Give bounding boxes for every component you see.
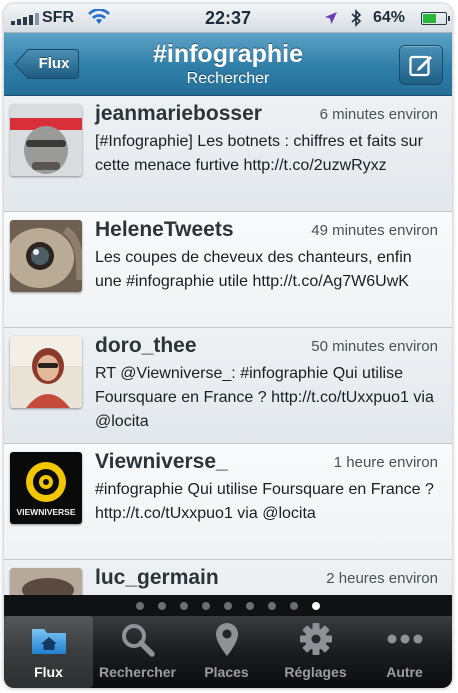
list-item[interactable]: luc_germain 2 heures environ (4, 560, 452, 596)
home-folder-icon (32, 629, 66, 654)
tweet-time: 6 minutes environ (319, 106, 438, 123)
tab-bar: Flux Rechercher Places Réglages Autre (4, 616, 452, 688)
page-dot[interactable] (290, 601, 298, 610)
tweet-list: jeanmariebosser 6 minutes environ [#Info… (4, 96, 452, 596)
tab-label: Autre (386, 664, 423, 680)
list-item[interactable]: jeanmariebosser 6 minutes environ [#Info… (4, 96, 452, 212)
tweet-author[interactable]: luc_germain (95, 566, 219, 590)
battery-percent: 64% (373, 9, 406, 26)
tab-autre[interactable]: Autre (360, 616, 449, 688)
page-indicator[interactable] (4, 595, 452, 616)
tab-places[interactable]: Places (182, 616, 271, 688)
tweet-time: 2 heures environ (326, 570, 438, 587)
tweet-text: Les coupes de cheveux des chanteurs, enf… (95, 249, 412, 290)
avatar: VIEWNIVERSE (10, 452, 82, 524)
bluetooth-icon (351, 9, 362, 27)
page-dot[interactable] (180, 601, 188, 610)
navigation-bar: Flux #infographie Rechercher (4, 33, 452, 96)
tab-label: Réglages (284, 664, 347, 680)
avatar-logo-text: VIEWNIVERSE (16, 507, 75, 517)
tweet-author[interactable]: Viewniverse_ (95, 450, 228, 474)
page-dot[interactable] (224, 601, 232, 610)
tab-flux[interactable]: Flux (4, 616, 93, 688)
tweet-text: [#Infographie] Les botnets : chiffres et… (95, 133, 423, 174)
tab-label: Rechercher (98, 664, 177, 680)
page-dot[interactable] (312, 601, 320, 610)
avatar (10, 336, 82, 408)
avatar (10, 220, 82, 292)
tweet-time: 49 minutes environ (311, 222, 438, 239)
tweet-time: 1 heure environ (333, 454, 438, 471)
tweet-author[interactable]: doro_thee (95, 334, 197, 358)
search-icon (122, 624, 155, 657)
battery-icon (421, 12, 450, 25)
page-dot[interactable] (136, 601, 144, 610)
map-pin-icon (216, 623, 238, 656)
tab-label: Places (204, 664, 249, 680)
location-arrow-icon (325, 12, 337, 24)
tweet-time: 50 minutes environ (311, 338, 438, 355)
page-title: #infographie (152, 40, 303, 68)
page-subtitle: Rechercher (186, 70, 270, 87)
tweet-author[interactable]: HeleneTweets (95, 218, 234, 242)
phone-screen: SFR 22:37 64% Flux #infographie Recherch… (4, 4, 452, 688)
tweet-text: #infographie Qui utilise Foursquare en F… (95, 481, 434, 522)
tweet-author[interactable]: jeanmariebosser (95, 102, 262, 126)
list-item[interactable]: HeleneTweets 49 minutes environ Les coup… (4, 212, 452, 328)
tab-reglages[interactable]: Réglages (271, 616, 360, 688)
more-dots-icon (387, 634, 423, 644)
tab-rechercher[interactable]: Rechercher (93, 616, 182, 688)
tweet-text: RT @Viewniverse_: #infographie Qui utili… (95, 365, 434, 430)
page-dot[interactable] (158, 601, 166, 610)
status-bar: SFR 22:37 64% (4, 4, 452, 33)
list-item[interactable]: VIEWNIVERSE Viewniverse_ 1 heure environ… (4, 444, 452, 560)
page-dot[interactable] (202, 601, 210, 610)
page-dot[interactable] (268, 601, 276, 610)
tab-label: Flux (34, 664, 63, 680)
gear-icon (300, 623, 332, 655)
avatar (10, 104, 82, 176)
list-item[interactable]: doro_thee 50 minutes environ RT @Viewniv… (4, 328, 452, 444)
avatar (10, 568, 82, 596)
page-dot[interactable] (246, 601, 254, 610)
compose-button[interactable] (399, 45, 443, 85)
compose-icon (409, 55, 432, 77)
